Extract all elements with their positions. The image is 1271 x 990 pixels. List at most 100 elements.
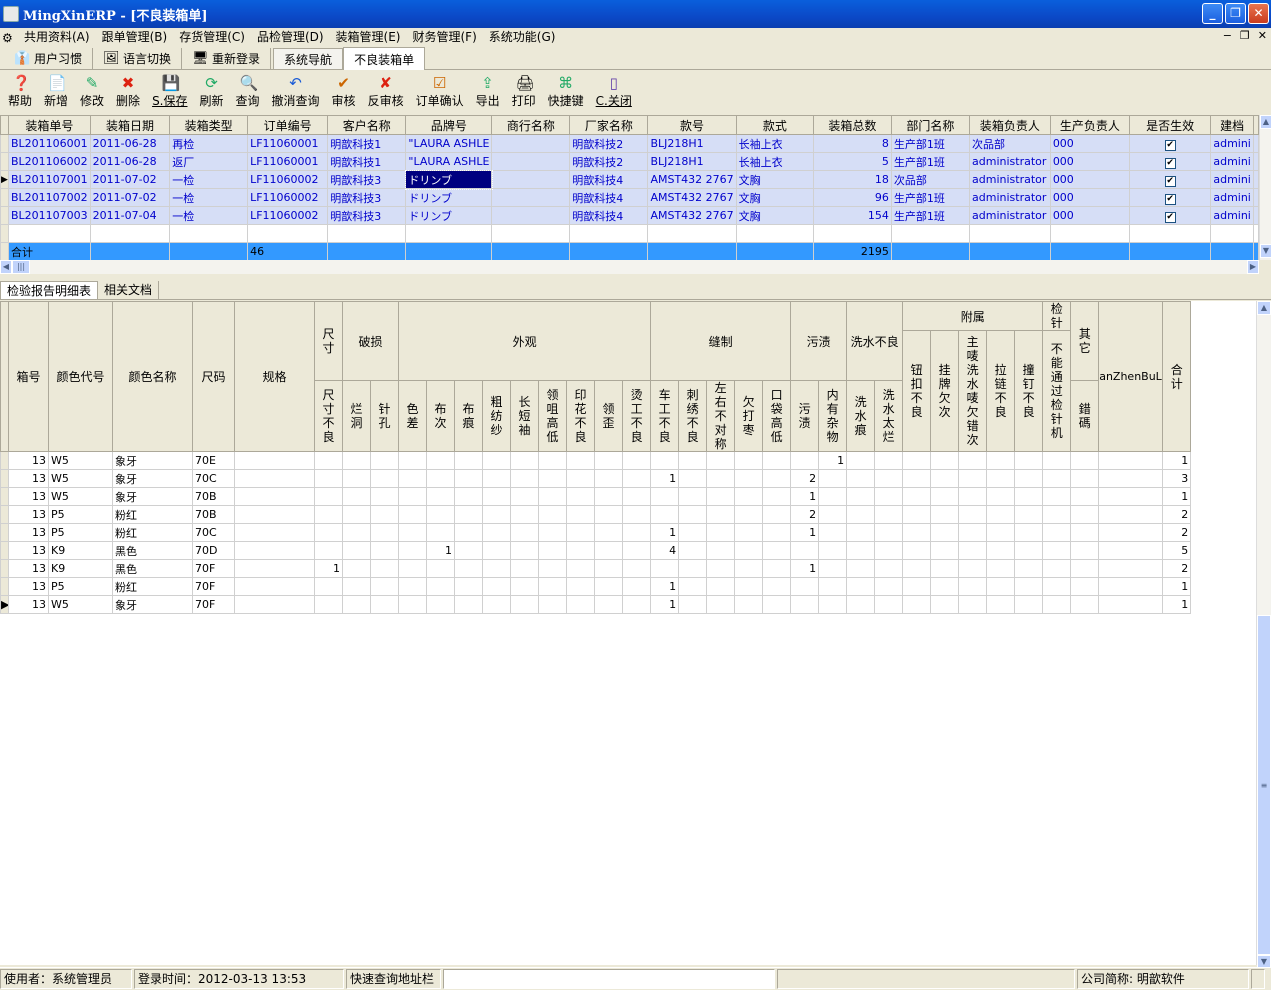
table-cell[interactable]: 明歆科技4 bbox=[569, 170, 649, 189]
col-embroidery-defect[interactable]: 刺绣不良 bbox=[678, 380, 708, 452]
scroll-up-arrow[interactable]: ▲ bbox=[1260, 115, 1271, 129]
scroll-track[interactable] bbox=[1257, 315, 1271, 615]
table-cell[interactable]: 象牙 bbox=[112, 595, 193, 614]
table-cell[interactable] bbox=[594, 559, 624, 578]
new-button[interactable]: 📄 新增 bbox=[40, 71, 72, 109]
table-cell[interactable]: 1 bbox=[650, 469, 680, 488]
table-cell[interactable]: LF11060002 bbox=[247, 206, 329, 225]
col-over-washed[interactable]: 洗水太烂 bbox=[874, 380, 904, 452]
menu-inventory[interactable]: 存货管理(C) bbox=[173, 28, 251, 47]
col-header[interactable]: 装箱日期 bbox=[89, 115, 171, 135]
table-cell[interactable] bbox=[846, 487, 876, 506]
table-cell[interactable] bbox=[454, 577, 484, 596]
table-cell[interactable] bbox=[706, 541, 736, 560]
table-cell[interactable]: 明歆科技3 bbox=[327, 170, 407, 189]
table-cell[interactable] bbox=[426, 595, 456, 614]
table-cell[interactable] bbox=[1042, 451, 1072, 470]
menu-order-tracking[interactable]: 跟单管理(B) bbox=[96, 28, 174, 47]
table-cell[interactable]: 长袖上衣 bbox=[735, 134, 815, 153]
table-cell[interactable] bbox=[678, 595, 708, 614]
table-cell[interactable]: 13 bbox=[8, 523, 49, 542]
table-cell[interactable] bbox=[874, 595, 904, 614]
table-cell[interactable]: P5 bbox=[48, 577, 113, 596]
table-cell[interactable] bbox=[874, 505, 904, 524]
table-cell[interactable] bbox=[846, 541, 876, 560]
table-cell[interactable] bbox=[594, 523, 624, 542]
table-cell[interactable]: 1 bbox=[818, 451, 848, 470]
table-cell[interactable] bbox=[930, 487, 960, 506]
table-cell[interactable] bbox=[930, 577, 960, 596]
table-cell[interactable] bbox=[818, 595, 848, 614]
table-cell[interactable] bbox=[1070, 541, 1100, 560]
table-cell[interactable] bbox=[314, 487, 343, 506]
table-cell[interactable] bbox=[398, 487, 428, 506]
table-cell[interactable]: 次品部 bbox=[969, 134, 1051, 153]
table-cell[interactable] bbox=[566, 559, 596, 578]
table-cell[interactable]: 明歆科技2 bbox=[569, 152, 649, 171]
col-header[interactable]: 装箱总数 bbox=[813, 115, 892, 135]
col-button-defect[interactable]: 钮扣不良 bbox=[902, 330, 932, 452]
table-cell[interactable] bbox=[734, 505, 764, 524]
table-cell[interactable] bbox=[958, 505, 988, 524]
row-indicator[interactable] bbox=[0, 523, 9, 542]
table-cell[interactable]: K9 bbox=[48, 541, 113, 560]
table-cell[interactable] bbox=[491, 170, 571, 189]
table-cell[interactable]: 13 bbox=[8, 451, 49, 470]
tab-defective-packing-list[interactable]: 不良装箱单 bbox=[343, 47, 426, 70]
table-cell[interactable] bbox=[902, 451, 932, 470]
table-cell[interactable]: "LAURA ASHLE bbox=[405, 134, 493, 153]
table-cell[interactable] bbox=[342, 451, 371, 470]
menu-finance[interactable]: 财务管理(F) bbox=[407, 28, 483, 47]
table-cell[interactable] bbox=[234, 523, 315, 542]
menu-system[interactable]: 系统功能(G) bbox=[483, 28, 562, 47]
table-cell[interactable] bbox=[538, 541, 568, 560]
table-cell[interactable] bbox=[622, 559, 652, 578]
col-debris[interactable]: 内有杂物 bbox=[818, 380, 848, 452]
table-cell[interactable]: 70F bbox=[192, 595, 235, 614]
scroll-right-arrow[interactable]: ▶ bbox=[1247, 260, 1259, 274]
table-cell[interactable] bbox=[678, 469, 708, 488]
table-cell[interactable] bbox=[566, 523, 596, 542]
table-cell[interactable] bbox=[510, 451, 540, 470]
table-cell[interactable] bbox=[398, 469, 428, 488]
table-cell[interactable] bbox=[650, 559, 680, 578]
tab-inspection-detail[interactable]: 检验报告明细表 bbox=[0, 281, 99, 299]
col-total[interactable]: 合计 bbox=[1162, 301, 1192, 452]
size-grip[interactable] bbox=[1251, 969, 1265, 989]
table-cell[interactable] bbox=[650, 505, 680, 524]
table-cell[interactable] bbox=[762, 469, 792, 488]
table-cell[interactable] bbox=[902, 469, 932, 488]
table-cell[interactable]: admini bbox=[1210, 152, 1254, 171]
table-cell[interactable]: 1 bbox=[1162, 487, 1192, 506]
table-cell[interactable] bbox=[930, 469, 960, 488]
table-cell[interactable] bbox=[314, 469, 343, 488]
table-cell[interactable] bbox=[1042, 577, 1072, 596]
table-cell[interactable] bbox=[706, 469, 736, 488]
table-cell[interactable] bbox=[566, 577, 596, 596]
table-cell[interactable] bbox=[314, 523, 343, 542]
col-size-defect[interactable]: 尺寸不良 bbox=[314, 380, 343, 452]
table-cell[interactable]: 96 bbox=[813, 188, 892, 207]
table-cell[interactable]: 返厂 bbox=[169, 152, 249, 171]
table-cell[interactable] bbox=[902, 505, 932, 524]
table-cell[interactable]: 2011-06-28 bbox=[89, 152, 171, 171]
table-cell[interactable] bbox=[706, 595, 736, 614]
table-cell[interactable] bbox=[594, 595, 624, 614]
table-cell[interactable]: 2011-07-02 bbox=[89, 188, 171, 207]
table-cell[interactable] bbox=[538, 469, 568, 488]
table-cell[interactable] bbox=[958, 577, 988, 596]
table-cell[interactable] bbox=[734, 559, 764, 578]
table-cell[interactable] bbox=[398, 577, 428, 596]
table-cell[interactable] bbox=[846, 595, 876, 614]
col-header[interactable]: 厂家名称 bbox=[569, 115, 649, 135]
table-cell[interactable] bbox=[958, 595, 988, 614]
table-cell[interactable]: 13 bbox=[8, 577, 49, 596]
scroll-down-arrow[interactable]: ▼ bbox=[1260, 244, 1271, 258]
table-cell[interactable] bbox=[482, 577, 512, 596]
table-row[interactable]: 13 W5 象牙 70B 1 1 bbox=[0, 487, 1192, 506]
table-cell[interactable] bbox=[1014, 595, 1044, 614]
table-cell[interactable] bbox=[342, 523, 371, 542]
table-cell[interactable]: 4 bbox=[650, 541, 680, 560]
table-cell[interactable]: 2 bbox=[790, 505, 820, 524]
table-cell[interactable]: 2 bbox=[1162, 505, 1192, 524]
